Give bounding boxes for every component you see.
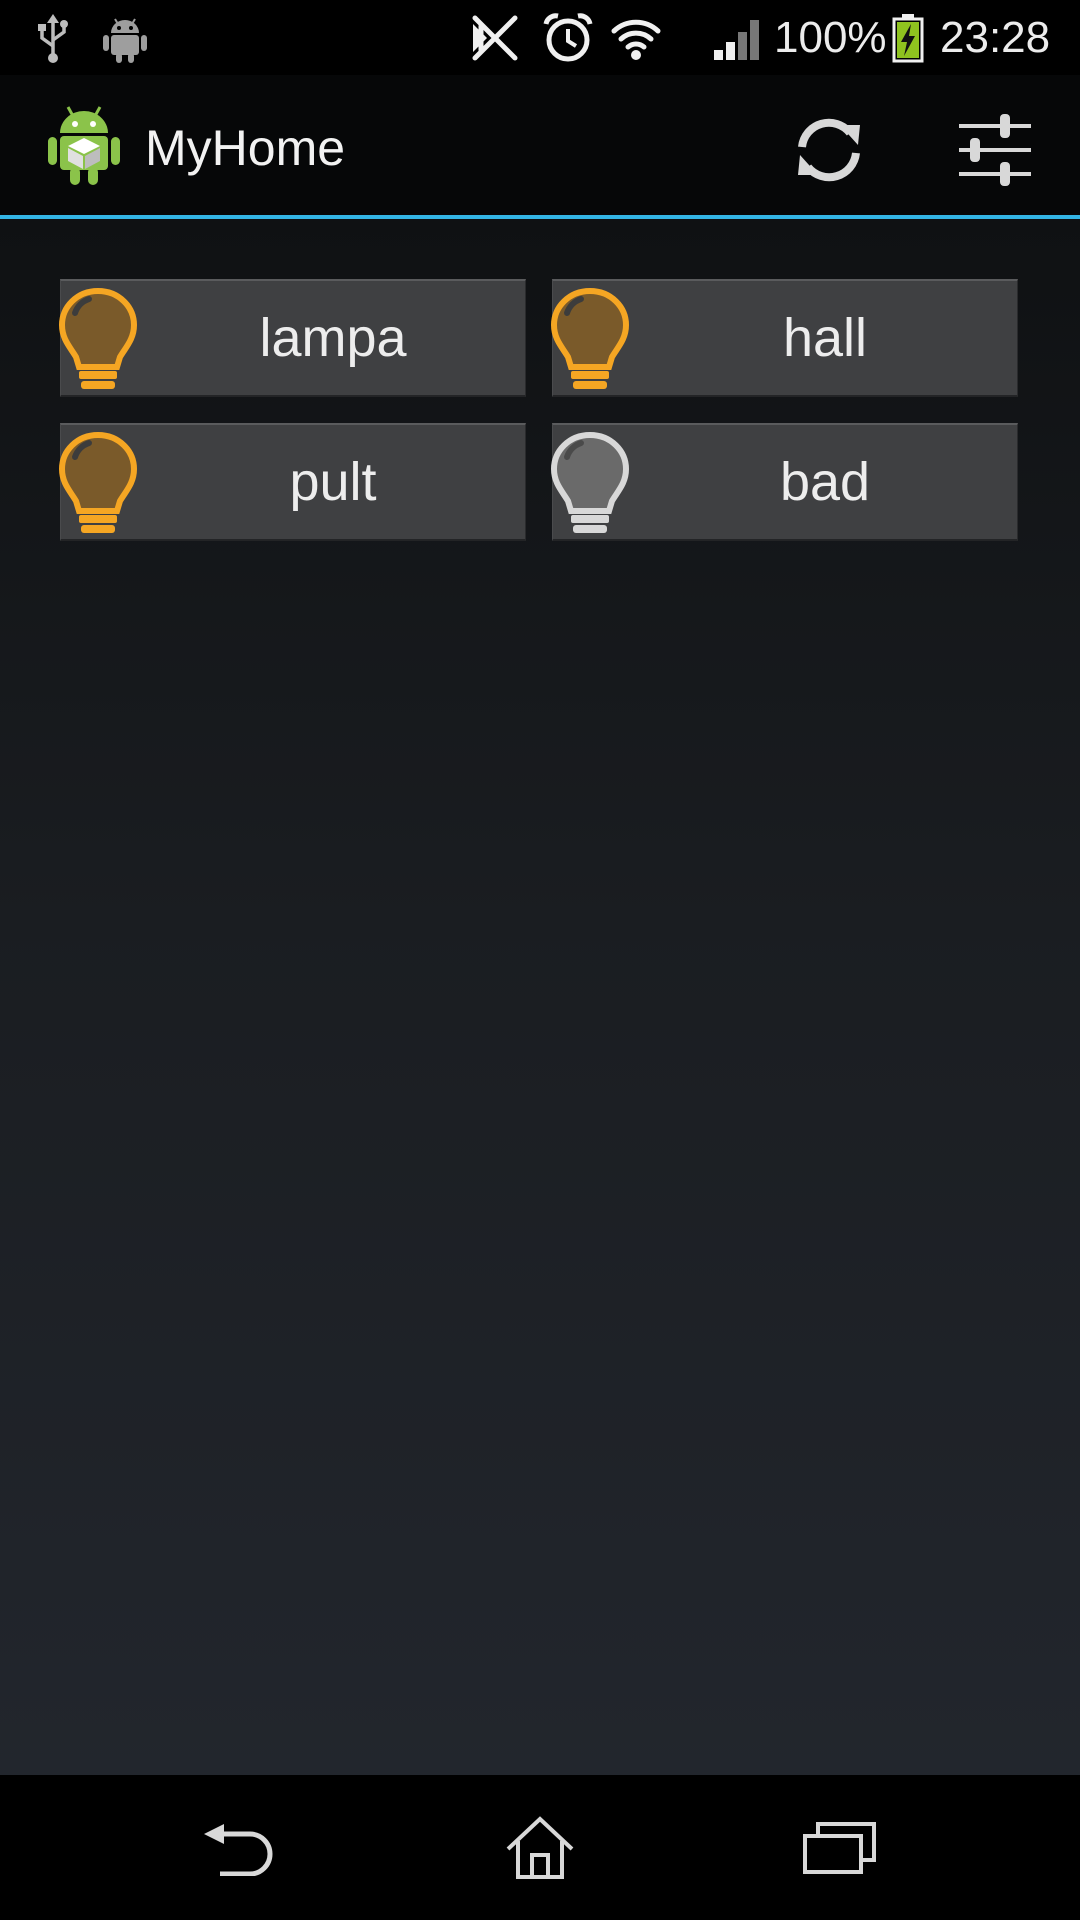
android-app-icon[interactable] (46, 103, 122, 187)
content-area: lampa hall pult bad (0, 219, 1080, 1775)
recents-button[interactable] (740, 1775, 940, 1920)
lightbulb-on-icon (58, 431, 138, 533)
light-toggle-pult[interactable]: pult (58, 423, 526, 541)
refresh-icon (798, 118, 860, 182)
wifi-icon (606, 0, 666, 75)
nfc-off-icon (464, 0, 526, 75)
clock: 23:28 (940, 0, 1070, 75)
light-toggle-hall[interactable]: hall (550, 279, 1018, 397)
battery-charging-icon (888, 0, 928, 75)
signal-icon (710, 0, 766, 75)
screen: 100% 23:28 MyHome lampa hall pult bad (0, 0, 1080, 1920)
sliders-icon (959, 114, 1031, 186)
back-icon (204, 1823, 273, 1876)
light-label: lampa (259, 308, 407, 368)
alarm-icon (538, 0, 598, 75)
clock-text: 23:28 (940, 12, 1051, 62)
light-toggle-bad[interactable]: bad (550, 423, 1018, 541)
battery-percent: 100% (774, 0, 887, 75)
refresh-button[interactable] (774, 95, 884, 205)
light-toggle-lampa[interactable]: lampa (58, 279, 526, 397)
settings-button[interactable] (940, 95, 1050, 205)
light-label: hall (782, 308, 868, 368)
battery-percent-text: 100% (774, 12, 887, 62)
home-button[interactable] (440, 1775, 640, 1920)
lightbulb-off-icon (550, 431, 630, 533)
recents-icon (803, 1821, 876, 1874)
nav-bar (0, 1775, 1080, 1920)
home-icon (506, 1815, 574, 1879)
app-title: MyHome (145, 120, 346, 176)
lightbulb-on-icon (58, 287, 138, 389)
usb-icon (30, 0, 76, 75)
light-label: pult (289, 452, 377, 512)
lightbulb-on-icon (550, 287, 630, 389)
light-label: bad (779, 452, 871, 512)
status-bar: 100% 23:28 (0, 0, 1080, 75)
back-button[interactable] (140, 1775, 340, 1920)
android-debug-icon (100, 0, 150, 75)
